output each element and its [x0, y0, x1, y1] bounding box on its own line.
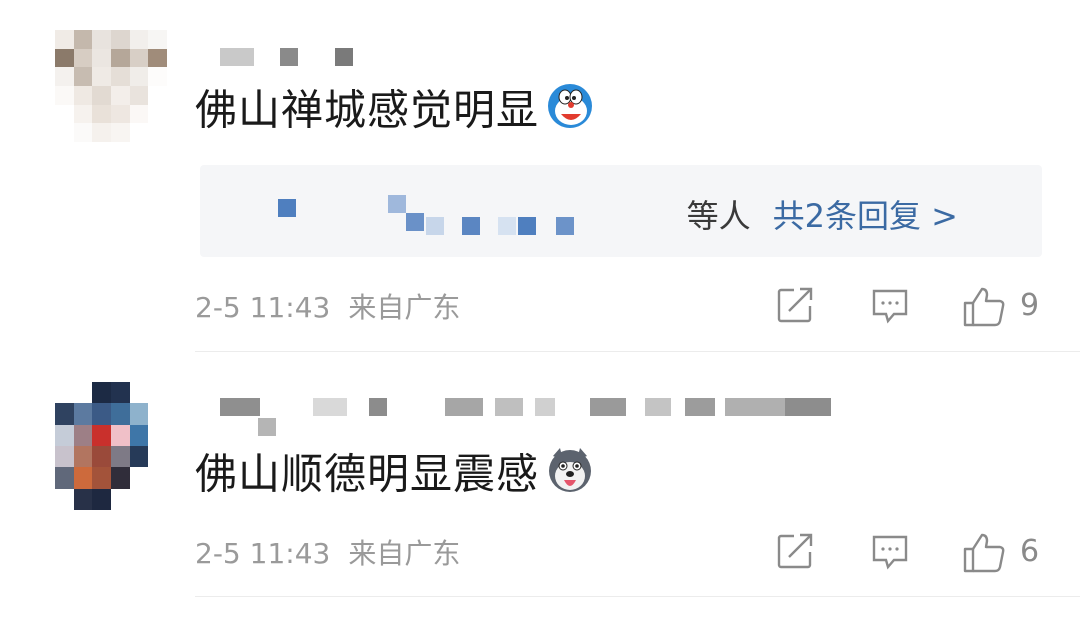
share-icon[interactable]: [776, 532, 814, 574]
husky-emoji-icon: [545, 446, 595, 508]
comment-text-value: 佛山顺德明显震感: [195, 449, 540, 499]
comment-text: 佛山顺德明显震感: [195, 446, 595, 508]
comment-item: 佛山顺德明显震感 2-5 11:43 来自广东 6: [0, 0, 1080, 600]
username-redacted[interactable]: [195, 398, 835, 438]
comment-location: 来自广东: [348, 537, 461, 570]
comment-meta: 2-5 11:43 来自广东: [195, 532, 460, 572]
like-count: 6: [1020, 534, 1040, 569]
comment-icon[interactable]: [870, 532, 910, 576]
avatar[interactable]: [55, 382, 167, 510]
thumbs-up-icon[interactable]: [962, 532, 1006, 578]
divider: [195, 596, 1080, 597]
comment-date: 2-5 11:43: [195, 537, 331, 570]
